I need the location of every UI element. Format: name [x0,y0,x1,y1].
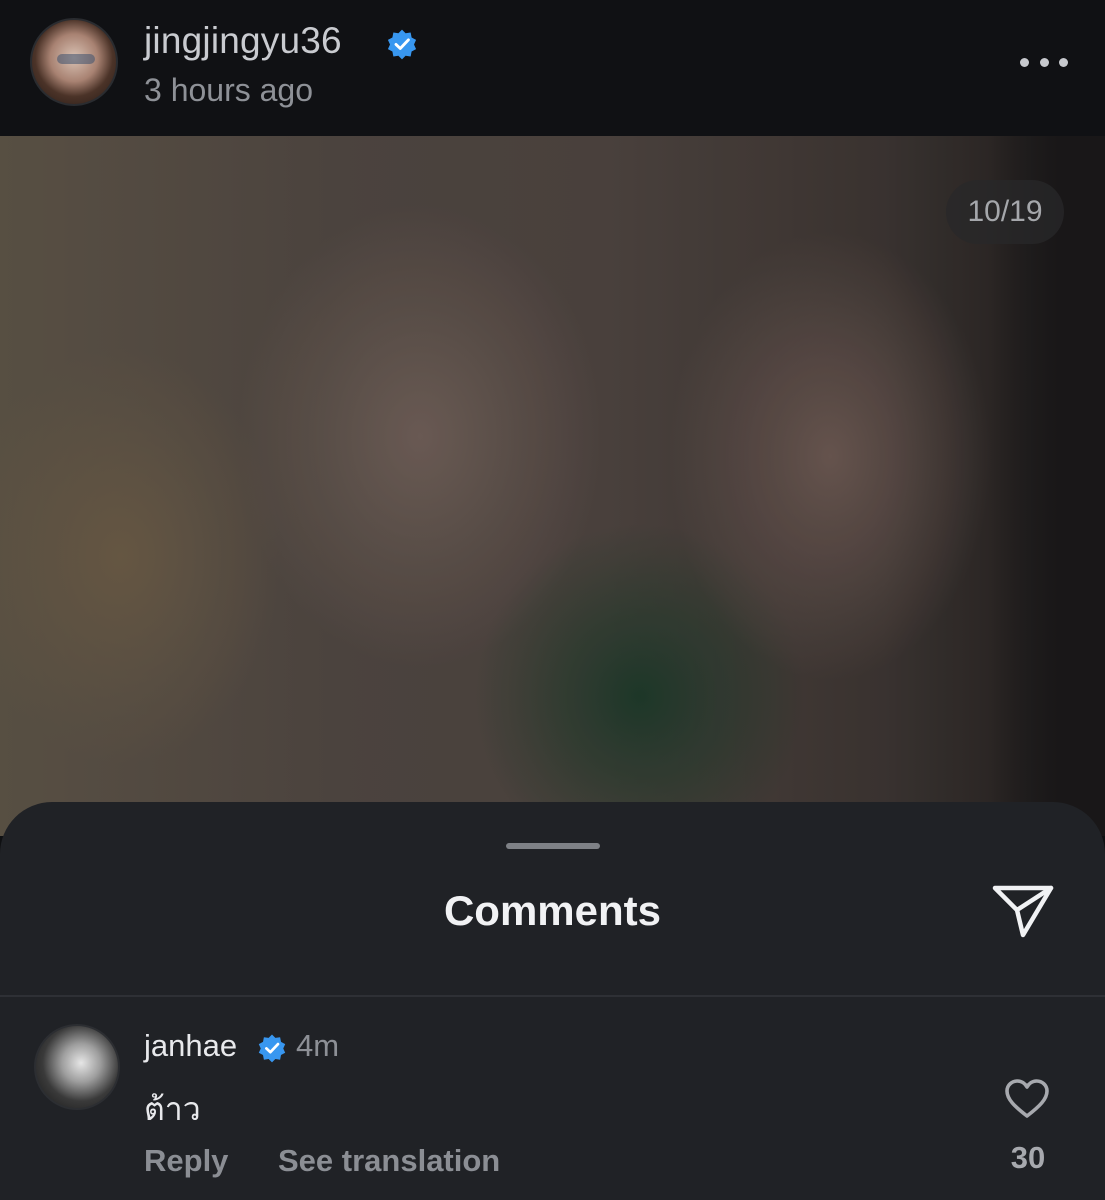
carousel-counter: 10/19 [946,180,1064,244]
post-time: 3 hours ago [144,72,314,108]
author-avatar[interactable] [30,18,118,106]
share-send-icon[interactable] [990,880,1056,942]
like-count: 30 [1010,1140,1046,1175]
comments-sheet: Comments janhae 4m ต้าว Reply See transl… [0,802,1105,1200]
comments-title: Comments [443,887,662,934]
author-username[interactable]: jingjingyu36 [144,20,342,62]
more-options-icon[interactable] [1020,55,1068,69]
comment-text: ต้าว [144,1091,201,1127]
sheet-divider [0,995,1105,997]
sheet-drag-handle[interactable] [506,843,600,849]
commenter-username[interactable]: janhae [144,1028,237,1064]
reply-button[interactable]: Reply [144,1143,228,1179]
verified-badge-icon [258,1034,286,1063]
comment-time: 4m [296,1028,340,1063]
heart-icon[interactable] [1004,1078,1050,1120]
post-header: jingjingyu36 3 hours ago [0,0,1105,136]
see-translation-button[interactable]: See translation [278,1143,500,1179]
verified-badge-icon [387,29,417,60]
commenter-avatar[interactable] [34,1024,120,1110]
post-photo[interactable] [0,136,1105,836]
